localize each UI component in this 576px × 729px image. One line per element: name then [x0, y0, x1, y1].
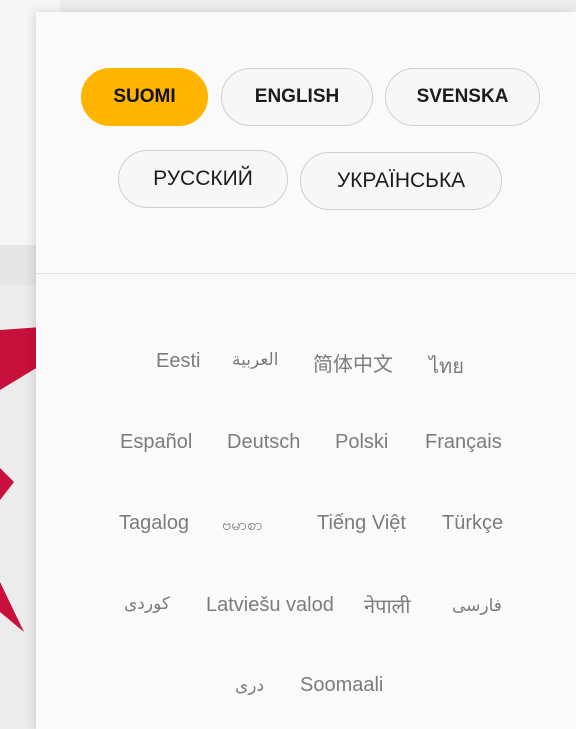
section-divider	[36, 273, 576, 274]
lang-link-thai[interactable]: ไทย	[429, 350, 464, 382]
lang-link-polski[interactable]: Polski	[335, 431, 388, 454]
lang-link-arabic[interactable]: العربية	[232, 350, 278, 370]
lang-link-tagalog[interactable]: Tagalog	[119, 512, 189, 535]
lang-link-eesti[interactable]: Eesti	[156, 350, 200, 373]
lang-link-chinese[interactable]: 简体中文	[313, 348, 393, 377]
lang-link-espanol[interactable]: Español	[120, 431, 192, 454]
lang-link-burmese[interactable]: ဗမာစာ	[222, 514, 262, 538]
lang-link-deutsch[interactable]: Deutsch	[227, 431, 300, 454]
lang-link-kurdish[interactable]: کوردی	[124, 594, 170, 614]
lang-link-nepali[interactable]: नेपाली	[364, 592, 410, 619]
lang-link-latvian[interactable]: Latviešu valod	[206, 594, 334, 617]
language-selector-panel: SUOMI ENGLISH SVENSKA РУССКИЙ УКРАЇНСЬКА…	[36, 12, 576, 729]
lang-button-russian[interactable]: РУССКИЙ	[118, 150, 288, 208]
lang-link-farsi[interactable]: فارسی	[452, 596, 502, 616]
lang-button-english[interactable]: ENGLISH	[221, 68, 373, 126]
lang-link-francais[interactable]: Français	[425, 431, 502, 454]
lang-link-somali[interactable]: Soomaali	[300, 674, 383, 697]
lang-link-vietnamese[interactable]: Tiếng Việt	[317, 512, 406, 535]
lang-button-suomi[interactable]: SUOMI	[81, 68, 208, 126]
lang-link-turkce[interactable]: Türkçe	[442, 512, 503, 535]
lang-button-svenska[interactable]: SVENSKA	[385, 68, 540, 126]
lang-button-ukrainian[interactable]: УКРАЇНСЬКА	[300, 152, 502, 210]
lang-link-dari[interactable]: دری	[235, 676, 264, 696]
